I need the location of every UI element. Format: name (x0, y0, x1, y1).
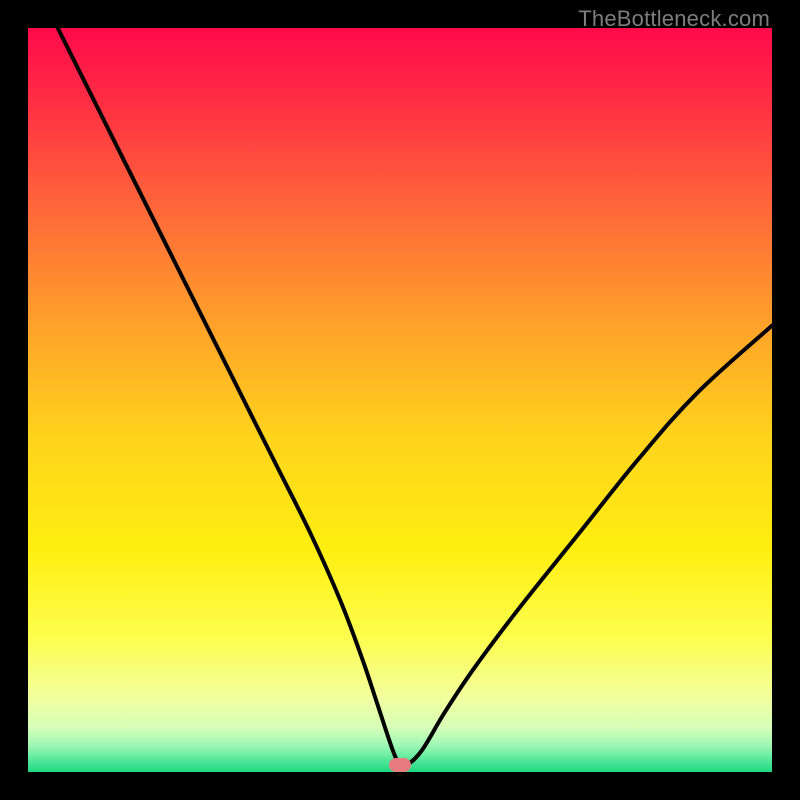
plot-area (28, 28, 772, 772)
gradient-background (28, 28, 772, 772)
chart-svg (28, 28, 772, 772)
chart-frame: TheBottleneck.com (0, 0, 800, 800)
optimal-marker (389, 758, 411, 772)
